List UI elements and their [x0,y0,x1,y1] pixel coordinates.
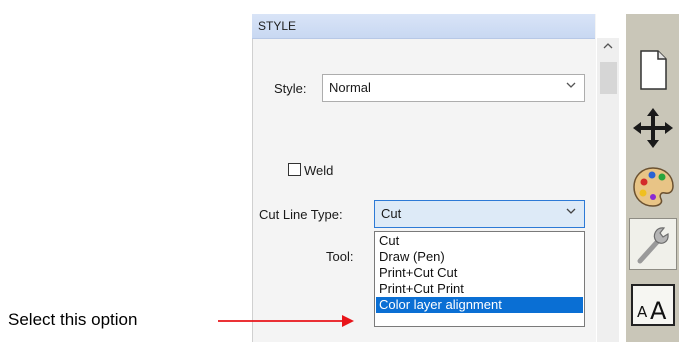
style-label: Style: [274,81,307,96]
text-tab[interactable]: A A [629,279,677,331]
weld-label: Weld [304,163,334,178]
weld-checkbox[interactable] [288,163,301,176]
panel-title: STYLE [258,19,297,33]
cut-line-type-value: Cut [381,206,402,221]
option-print-cut-print[interactable]: Print+Cut Print [376,281,583,297]
scroll-thumb[interactable] [600,62,617,94]
option-print-cut-cut[interactable]: Print+Cut Cut [376,265,583,281]
chevron-down-icon [565,79,577,94]
option-cut[interactable]: Cut [376,233,583,249]
style-tab[interactable] [629,218,677,270]
move-tab[interactable] [629,102,677,154]
style-panel-header [252,14,595,39]
wrench-icon [637,227,669,264]
option-color-layer-alignment[interactable]: Color layer alignment [376,297,583,313]
palette-icon [633,167,674,207]
svg-text:A: A [637,303,648,321]
svg-text:A: A [650,297,667,325]
fill-tab[interactable] [629,160,677,212]
style-select-value: Normal [329,80,371,95]
scroll-up-icon[interactable] [602,40,614,54]
cut-line-type-label: Cut Line Type: [259,207,343,222]
page-icon [640,50,667,90]
move-icon [633,108,673,148]
red-arrow-icon [218,315,354,327]
page-setup-tab[interactable] [629,44,677,96]
text-size-icon: A A [631,284,675,326]
cut-line-type-select[interactable]: Cut [374,200,585,228]
style-select[interactable]: Normal [322,74,585,102]
chevron-down-icon [565,205,577,220]
cut-line-type-dropdown: Cut Draw (Pen) Print+Cut Cut Print+Cut P… [374,231,585,327]
annotation-caption: Select this option [8,310,138,329]
option-draw-pen[interactable]: Draw (Pen) [376,249,583,265]
tool-label: Tool: [326,249,354,264]
